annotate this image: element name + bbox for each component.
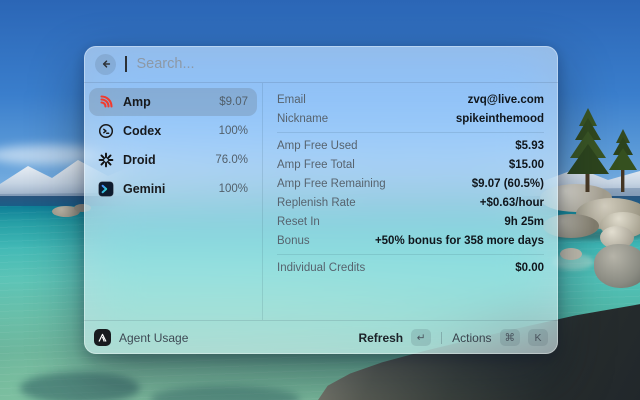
detail-pane: Email zvq@live.com Nickname spikeinthemood A…: [263, 83, 558, 320]
detail-value: +50% bonus for 358 more days: [375, 235, 544, 247]
section-divider: [277, 132, 544, 133]
detail-value: +$0.63/hour: [480, 197, 544, 209]
pine-tree: [604, 128, 640, 192]
detail-row: Amp Free Remaining $9.07 (60.5%): [277, 174, 544, 193]
command-key[interactable]: ⌘: [500, 329, 521, 346]
panel-body: Amp $9.07 Codex 100% Droid 76.0% Gemini 100%…: [84, 83, 558, 320]
back-button[interactable]: [95, 54, 116, 75]
agent-value: 76.0%: [215, 154, 248, 166]
detail-label: Amp Free Used: [277, 140, 358, 152]
actions-button[interactable]: Actions: [452, 331, 491, 345]
search-bar: Search...: [84, 46, 558, 83]
detail-label: Individual Credits: [277, 262, 365, 274]
detail-value: $5.93: [515, 140, 544, 152]
text-cursor: [125, 56, 127, 72]
detail-value: $0.00: [515, 262, 544, 274]
agent-value: $9.07: [219, 96, 248, 108]
detail-label: Amp Free Total: [277, 159, 355, 171]
agent-list: Amp $9.07 Codex 100% Droid 76.0% Gemini 100%: [84, 83, 263, 320]
water-boulder: [560, 248, 582, 260]
amp-icon: [98, 94, 114, 110]
detail-value: zvq@live.com: [468, 94, 544, 106]
agent-value: 100%: [219, 125, 248, 137]
detail-row: Reset In 9h 25m: [277, 212, 544, 231]
codex-icon: [98, 123, 114, 139]
list-item-gemini[interactable]: Gemini 100%: [89, 175, 257, 203]
list-item-amp[interactable]: Amp $9.07: [89, 88, 257, 116]
detail-row: Email zvq@live.com: [277, 90, 544, 109]
list-item-codex[interactable]: Codex 100%: [89, 117, 257, 145]
detail-row: Nickname spikeinthemood: [277, 109, 544, 128]
agent-name: Droid: [123, 153, 156, 167]
detail-value: spikeinthemood: [456, 113, 544, 125]
search-input[interactable]: Search...: [137, 56, 195, 72]
detail-value: $9.07 (60.5%): [472, 178, 544, 190]
k-key[interactable]: K: [528, 329, 548, 346]
enter-key[interactable]: ↵: [411, 329, 431, 346]
detail-label: Nickname: [277, 113, 328, 125]
detail-label: Bonus: [277, 235, 310, 247]
agent-name: Gemini: [123, 182, 165, 196]
footer-title: Agent Usage: [119, 331, 188, 345]
detail-label: Email: [277, 94, 306, 106]
section-divider: [277, 254, 544, 255]
desktop: Search... Amp $9.07 Codex 100% Droid 76.0% …: [0, 0, 640, 400]
detail-row: Bonus +50% bonus for 358 more days: [277, 231, 544, 250]
gemini-icon: [98, 181, 114, 197]
refresh-button[interactable]: Refresh: [358, 331, 403, 345]
agent-name: Codex: [123, 124, 161, 138]
agent-name: Amp: [123, 95, 151, 109]
gray-rock: [594, 244, 640, 288]
detail-value: 9h 25m: [504, 216, 544, 228]
list-item-droid[interactable]: Droid 76.0%: [89, 146, 257, 174]
detail-label: Replenish Rate: [277, 197, 356, 209]
agent-value: 100%: [219, 183, 248, 195]
detail-row: Amp Free Total $15.00: [277, 155, 544, 174]
detail-row: Individual Credits $0.00: [277, 258, 544, 277]
footer-bar: Agent Usage Refresh ↵ Actions ⌘ K: [84, 320, 558, 354]
submerged-rock: [20, 372, 140, 400]
droid-icon: [98, 152, 114, 168]
detail-row: Amp Free Used $5.93: [277, 136, 544, 155]
detail-row: Replenish Rate +$0.63/hour: [277, 193, 544, 212]
detail-value: $15.00: [509, 159, 544, 171]
footer-divider: [441, 332, 442, 344]
detail-label: Amp Free Remaining: [277, 178, 386, 190]
arrow-left-icon: [100, 58, 112, 70]
agent-usage-window: Search... Amp $9.07 Codex 100% Droid 76.0% …: [84, 46, 558, 354]
amp-app-icon: [94, 329, 111, 346]
detail-label: Reset In: [277, 216, 320, 228]
